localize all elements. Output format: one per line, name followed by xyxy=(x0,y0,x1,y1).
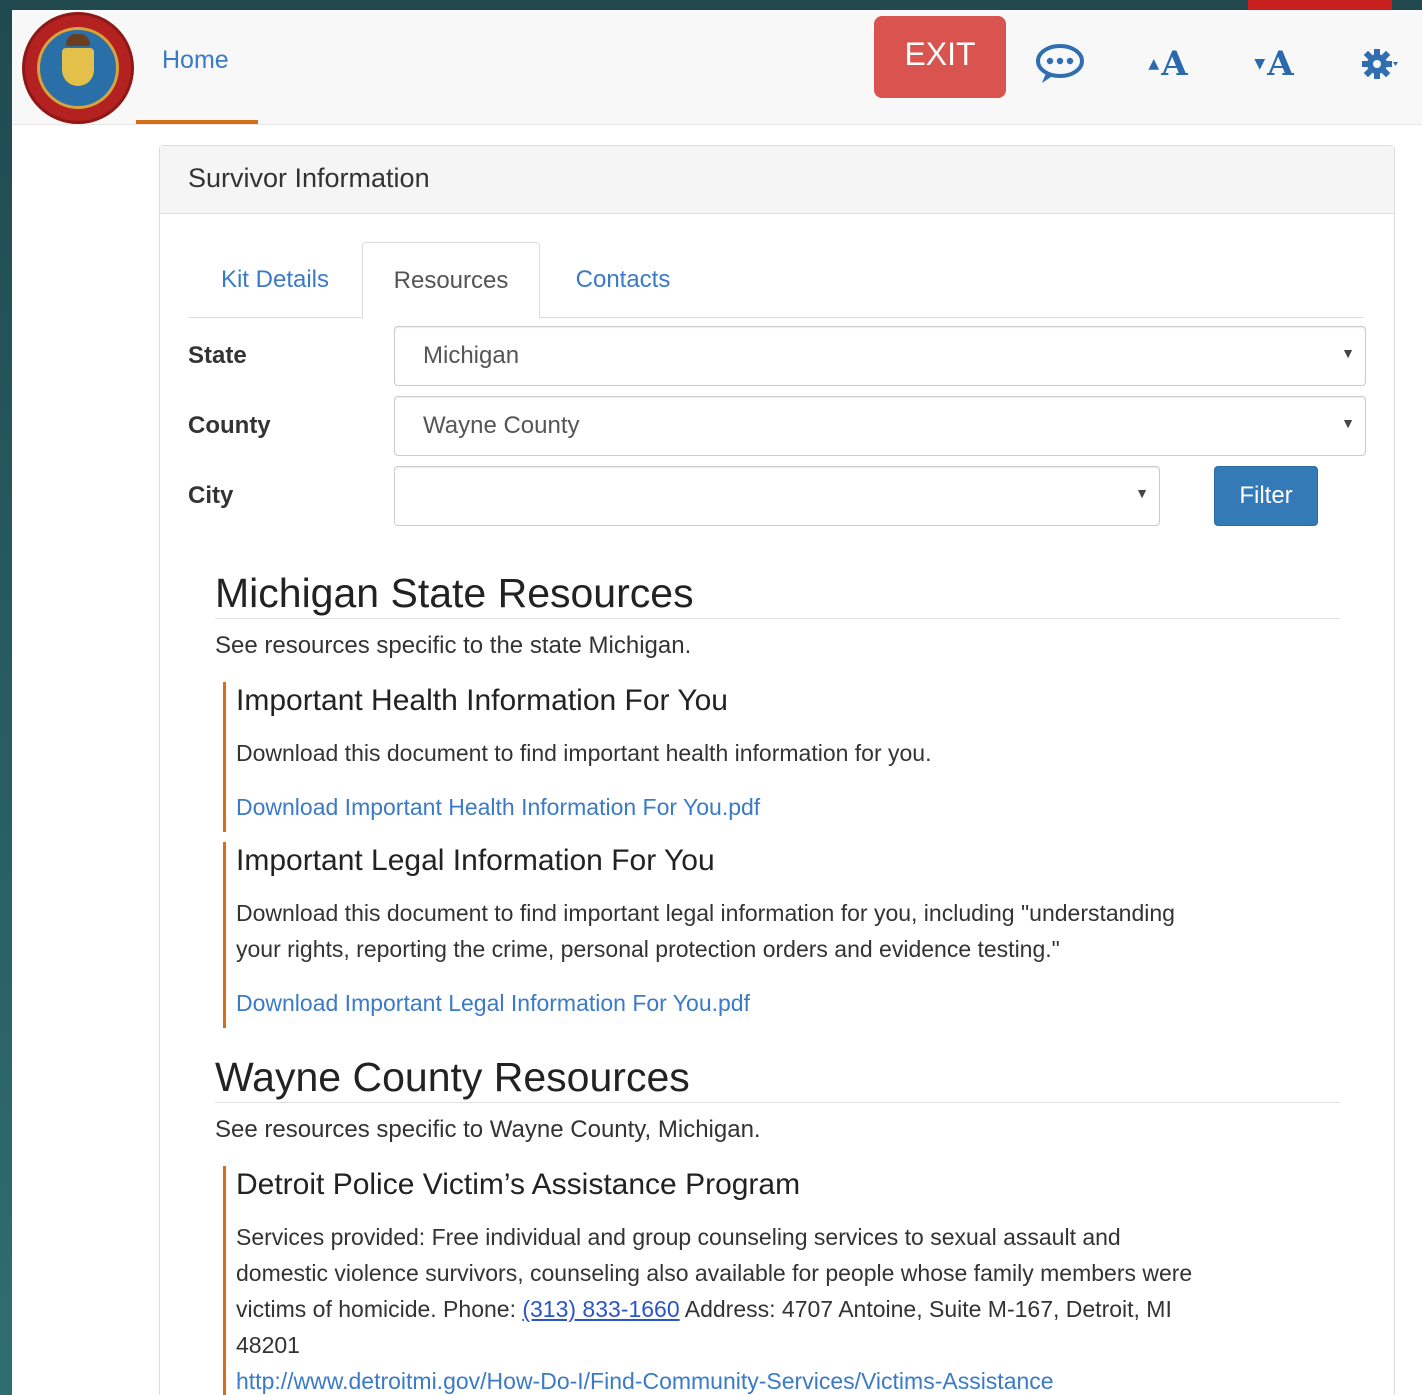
state-select-value: Michigan xyxy=(423,342,520,369)
nav-active-indicator xyxy=(136,120,258,124)
panel-title: Survivor Information xyxy=(160,146,1394,214)
resource-description-line: your rights, reporting the crime, person… xyxy=(236,936,1060,962)
state-resources-heading: Michigan State Resources xyxy=(215,570,1340,619)
resource-website-link[interactable]: http://www.detroitmi.gov/How-Do-I/Find-C… xyxy=(236,1363,1323,1395)
resource-description-line: Download this document to find important… xyxy=(236,900,1175,926)
seal-eagle-shape xyxy=(66,34,90,46)
page: Home EXIT ▲ A ▼ A Survivor Information K… xyxy=(12,10,1422,1395)
chevron-down-icon: ▼ xyxy=(1135,485,1149,501)
exit-button[interactable]: EXIT xyxy=(874,16,1006,98)
window-frame-accent xyxy=(1248,0,1392,10)
state-resources-subtitle: See resources specific to the state Mich… xyxy=(215,632,692,659)
resource-download-link[interactable]: Download Important Health Information Fo… xyxy=(236,789,1323,825)
resource-title: Detroit Police Victim’s Assistance Progr… xyxy=(236,1168,801,1201)
filter-button[interactable]: Filter xyxy=(1214,466,1318,526)
resource-description: Download this document to find important… xyxy=(236,740,932,766)
state-select[interactable]: Michigan ▼ xyxy=(394,326,1366,386)
resource-item: Important Health Information For You Dow… xyxy=(223,682,1323,832)
resource-description-line: victims of homicide. Phone: (313) 833-16… xyxy=(236,1291,1323,1327)
window-frame-top xyxy=(0,0,1422,10)
resource-description-line: 48201 xyxy=(236,1332,300,1358)
county-label: County xyxy=(188,412,271,439)
font-increase-label: A xyxy=(1161,44,1188,84)
window-frame-left xyxy=(0,0,12,1395)
county-select[interactable]: Wayne County ▼ xyxy=(394,396,1366,456)
county-resources-heading: Wayne County Resources xyxy=(215,1054,1340,1103)
city-label: City xyxy=(188,482,234,509)
city-select[interactable]: ▼ xyxy=(394,466,1160,526)
description-text: victims of homicide. Phone: xyxy=(236,1296,523,1322)
seal-inner xyxy=(37,27,119,109)
nav-home-link[interactable]: Home xyxy=(162,46,229,75)
tab-kit-details[interactable]: Kit Details xyxy=(188,242,362,318)
resource-item: Important Legal Information For You Down… xyxy=(223,842,1323,1028)
resource-tabs: Kit Details Resources Contacts xyxy=(188,242,1364,319)
font-decrease-icon[interactable]: ▼ A xyxy=(1248,40,1300,88)
tab-contacts[interactable]: Contacts xyxy=(540,242,706,318)
description-text: Address: 4707 Antoine, Suite M-167, Detr… xyxy=(679,1296,1172,1322)
resource-title: Important Health Information For You xyxy=(236,684,728,717)
resource-download-link[interactable]: Download Important Legal Information For… xyxy=(236,985,1323,1021)
resource-item: Detroit Police Victim’s Assistance Progr… xyxy=(223,1166,1323,1395)
resource-description-line: domestic violence survivors, counseling … xyxy=(236,1260,1193,1286)
font-increase-icon[interactable]: ▲ A xyxy=(1142,40,1194,88)
caret-up-icon: ▲ xyxy=(1148,56,1160,72)
county-resources-subtitle: See resources specific to Wayne County, … xyxy=(215,1116,761,1143)
chevron-down-icon: ▼ xyxy=(1341,415,1355,431)
tab-resources[interactable]: Resources xyxy=(362,242,540,319)
survivor-info-panel: Survivor Information Kit Details Resourc… xyxy=(159,145,1395,1395)
resource-description-line: Services provided: Free individual and g… xyxy=(236,1224,1121,1250)
state-label: State xyxy=(188,342,247,369)
navbar: Home EXIT ▲ A ▼ A xyxy=(12,10,1422,125)
county-select-value: Wayne County xyxy=(423,412,580,439)
seal-shield-shape xyxy=(62,48,94,86)
caret-down-icon: ▼ xyxy=(1254,56,1266,72)
resource-title: Important Legal Information For You xyxy=(236,844,715,877)
gear-icon[interactable] xyxy=(1362,40,1422,88)
chat-icon[interactable] xyxy=(1032,40,1088,88)
chevron-down-icon: ▼ xyxy=(1341,345,1355,361)
phone-link[interactable]: (313) 833-1660 xyxy=(522,1296,679,1322)
font-decrease-label: A xyxy=(1267,44,1294,84)
state-seal-logo[interactable] xyxy=(22,12,134,124)
